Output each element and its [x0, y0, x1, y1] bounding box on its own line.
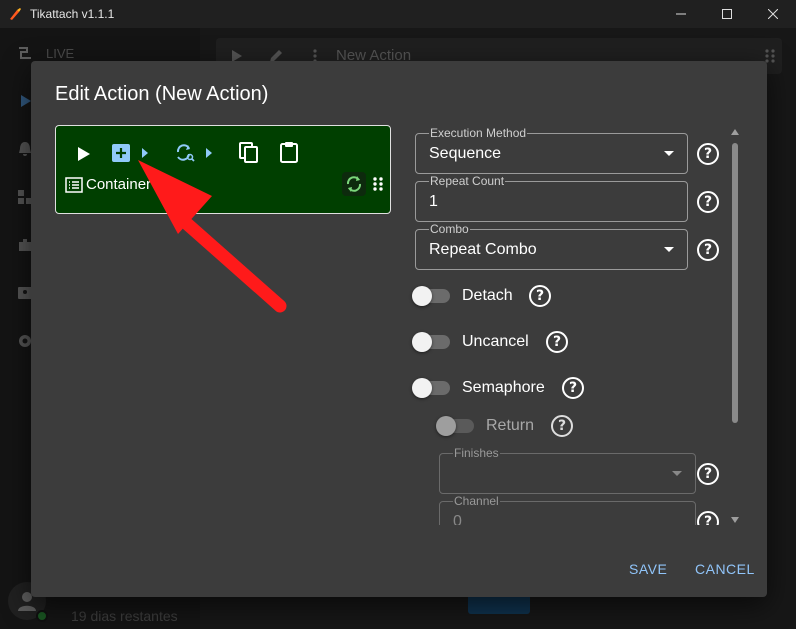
- form-scrollbar[interactable]: [728, 127, 742, 525]
- window-title-bar: Tikattach v1.1.1: [0, 0, 796, 28]
- save-button[interactable]: SAVE: [629, 561, 667, 577]
- detach-switch[interactable]: [412, 286, 450, 306]
- container-label: Container: [86, 176, 152, 193]
- repeat-count-help-icon[interactable]: ?: [697, 191, 719, 213]
- combo-value: Repeat Combo: [429, 241, 537, 258]
- channel-value: 0: [453, 513, 462, 525]
- app-logo-icon: [10, 8, 21, 20]
- repeat-count-input[interactable]: Repeat Count 1: [415, 174, 688, 222]
- repeat-search-icon[interactable]: [174, 143, 196, 163]
- maximize-button[interactable]: [704, 0, 750, 28]
- copy-icon[interactable]: [238, 142, 260, 164]
- sync-icon[interactable]: [342, 172, 366, 196]
- channel-input[interactable]: Channel 0: [439, 494, 696, 525]
- finishes-label: Finishes: [453, 446, 500, 460]
- repeat-count-value: 1: [429, 193, 438, 210]
- close-window-button[interactable]: [750, 0, 796, 28]
- scroll-up-arrow-icon[interactable]: [731, 129, 739, 135]
- minimize-icon: [676, 13, 686, 15]
- execution-method-value: Sequence: [429, 145, 502, 162]
- semaphore-label: Semaphore: [462, 379, 545, 396]
- add-box-icon[interactable]: [111, 143, 131, 163]
- dropdown-caret-icon: [664, 247, 674, 252]
- list-icon: [64, 176, 84, 194]
- uncancel-label: Uncancel: [462, 333, 529, 350]
- window-title: Tikattach v1.1.1: [30, 7, 115, 21]
- channel-help-icon[interactable]: ?: [697, 511, 719, 525]
- combo-select[interactable]: Combo Repeat Combo: [415, 222, 688, 270]
- finishes-help-icon[interactable]: ?: [697, 463, 719, 485]
- detach-label: Detach: [462, 287, 513, 304]
- cancel-button[interactable]: CANCEL: [695, 561, 755, 577]
- scroll-down-arrow-icon[interactable]: [731, 517, 739, 523]
- detach-help-icon[interactable]: ?: [529, 285, 551, 307]
- combo-help-icon[interactable]: ?: [697, 239, 719, 261]
- add-menu-caret-icon[interactable]: [141, 146, 149, 160]
- dialog-title: Edit Action (New Action): [55, 83, 269, 105]
- execution-method-help-icon[interactable]: ?: [697, 143, 719, 165]
- combo-label: Combo: [429, 222, 470, 236]
- play-icon[interactable]: [74, 144, 94, 164]
- repeat-menu-caret-icon[interactable]: [205, 146, 213, 160]
- close-icon: [768, 9, 778, 19]
- drag-handle-icon[interactable]: [372, 175, 384, 193]
- semaphore-help-icon[interactable]: ?: [562, 377, 584, 399]
- execution-method-label: Execution Method: [429, 126, 528, 140]
- scroll-clip-area: Finishes ? Channel 0 ?: [415, 431, 727, 525]
- uncancel-switch[interactable]: [412, 332, 450, 352]
- uncancel-help-icon[interactable]: ?: [546, 331, 568, 353]
- channel-label: Channel: [453, 494, 500, 508]
- container-action-card[interactable]: Container: [55, 125, 391, 214]
- dropdown-caret-icon: [672, 471, 682, 476]
- dropdown-caret-icon: [664, 151, 674, 156]
- execution-method-select[interactable]: Execution Method Sequence: [415, 126, 688, 174]
- edit-action-dialog: Edit Action (New Action) Container Execu…: [31, 61, 767, 597]
- semaphore-switch[interactable]: [412, 378, 450, 398]
- repeat-count-label: Repeat Count: [429, 174, 506, 188]
- scrollbar-thumb[interactable]: [732, 143, 738, 423]
- maximize-icon: [722, 9, 732, 19]
- finishes-select[interactable]: Finishes: [439, 446, 696, 494]
- paste-clipboard-icon[interactable]: [278, 141, 300, 163]
- minimize-button[interactable]: [658, 0, 704, 28]
